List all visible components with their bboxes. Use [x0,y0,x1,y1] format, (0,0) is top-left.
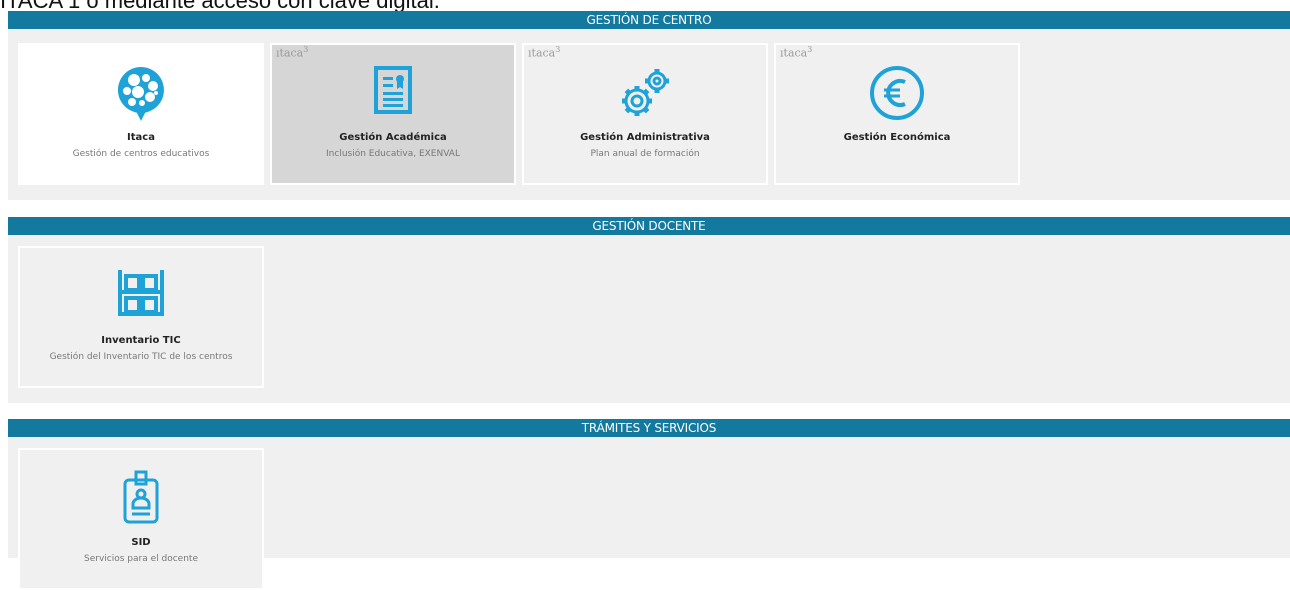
tile-gestion-academica[interactable]: ıtaca3 Gestión Académica Inclusión Educa… [270,43,516,185]
section-body: Inventario TIC Gestión del Inventario TI… [8,235,1290,403]
gears-icon [617,65,673,126]
section-gestion-docente: GESTIÓN DOCENTE Inventario TIC Gestión d… [8,217,1290,403]
tile-title: Gestión Académica [339,132,447,143]
tile-subtitle: Gestión de centros educativos [72,149,210,159]
id-badge-icon [121,470,161,529]
tile-title: SID [131,537,151,548]
tile-sid[interactable]: SID Servicios para el docente [18,448,264,590]
tile-itaca[interactable]: Itaca Gestión de centros educativos [18,43,264,185]
euro-icon [869,65,925,126]
section-body: Itaca Gestión de centros educativos ıtac… [8,29,1290,200]
section-gestion-centro: GESTIÓN DE CENTRO Itaca Gestión de centr… [8,11,1290,200]
tile-title: Gestión Económica [843,132,951,143]
tile-subtitle: Servicios para el docente [84,554,198,564]
inventory-shelves-icon [116,268,166,323]
itaca3-brand: ıtaca3 [780,45,813,60]
section-body: SID Servicios para el docente [8,437,1290,590]
tile-gestion-economica[interactable]: ıtaca3 Gestión Económica [774,43,1020,185]
section-header: GESTIÓN DE CENTRO [8,11,1290,29]
section-tramites-servicios: TRÁMITES Y SERVICIOS SID Servicios para … [8,419,1290,590]
tile-title: Itaca [127,132,155,143]
tile-subtitle: Gestión del Inventario TIC de los centro… [49,352,233,362]
tile-inventario-tic[interactable]: Inventario TIC Gestión del Inventario TI… [18,246,264,388]
section-header: TRÁMITES Y SERVICIOS [8,419,1290,437]
itaca3-brand: ıtaca3 [276,45,309,60]
tile-title: Inventario TIC [101,335,181,346]
itaca3-brand: ıtaca3 [528,45,561,60]
document-certificate-icon [373,65,413,120]
tile-title: Gestión Administrativa [580,132,710,143]
itaca-logo-icon [116,65,166,126]
section-header: GESTIÓN DOCENTE [8,217,1290,235]
tile-subtitle: Plan anual de formación [590,149,700,159]
tile-gestion-administrativa[interactable]: ıtaca3 Gestión Administrativa Plan anual… [522,43,768,185]
tile-subtitle: Inclusión Educativa, EXENVAL [326,149,460,159]
